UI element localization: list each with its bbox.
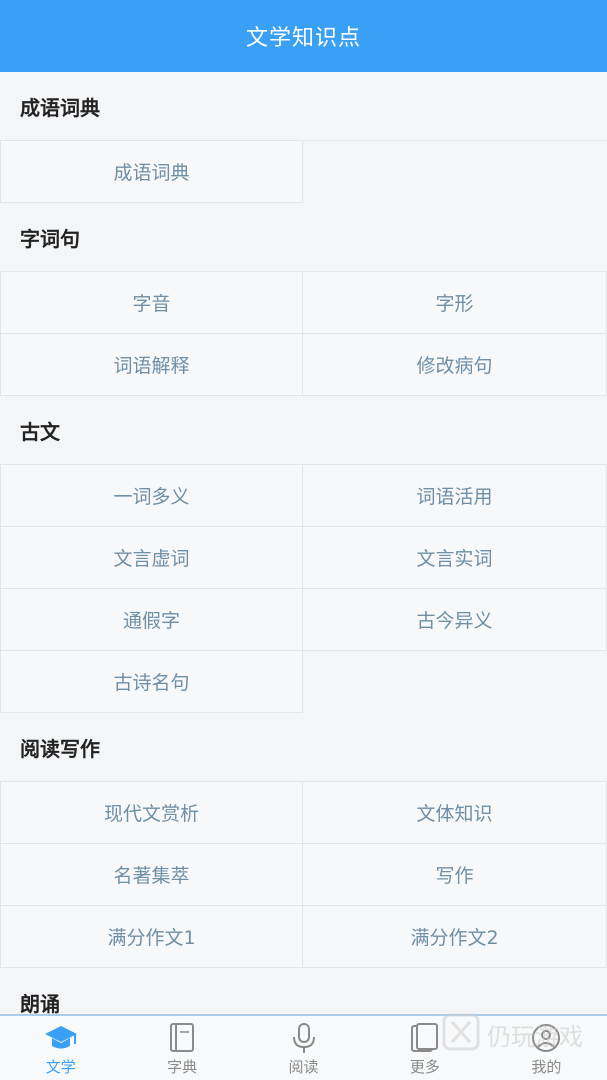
grid-item[interactable]: 修改病句 bbox=[303, 334, 607, 396]
page-title: 文学知识点 bbox=[245, 26, 361, 51]
grid-empty-cell bbox=[303, 651, 607, 713]
bottom-tab-bar: 文学 字典 阅读 更多 我的 bbox=[0, 1014, 607, 1080]
section-classical-chinese: 古文 一词多义 词语活用 文言虚词 文言实词 通假字 古今异义 古诗名句 bbox=[0, 396, 607, 713]
tab-dictionary[interactable]: 字典 bbox=[121, 1016, 242, 1080]
grid-item[interactable]: 词语活用 bbox=[303, 465, 607, 527]
section-title: 成语词典 bbox=[0, 72, 607, 140]
section-grid: 现代文赏析 文体知识 名著集萃 写作 满分作文1 满分作文2 bbox=[0, 781, 607, 968]
content-scroll-area[interactable]: 成语词典 成语词典 字词句 字音 字形 词语解释 修改病句 古文 一词多义 词语… bbox=[0, 72, 607, 1014]
grid-item[interactable]: 满分作文2 bbox=[303, 906, 607, 968]
section-recitation: 朗诵 bbox=[0, 968, 607, 1014]
tab-profile[interactable]: 我的 bbox=[486, 1016, 607, 1080]
tab-literature[interactable]: 文学 bbox=[0, 1016, 121, 1080]
section-idiom-dictionary: 成语词典 成语词典 bbox=[0, 72, 607, 203]
tab-label: 文学 bbox=[45, 1058, 76, 1076]
grid-item[interactable]: 通假字 bbox=[0, 589, 303, 651]
tab-label: 更多 bbox=[409, 1058, 440, 1076]
section-grid: 一词多义 词语活用 文言虚词 文言实词 通假字 古今异义 古诗名句 bbox=[0, 464, 607, 713]
section-grid: 成语词典 bbox=[0, 140, 607, 203]
grid-item[interactable]: 字音 bbox=[0, 272, 303, 334]
section-grid: 字音 字形 词语解释 修改病句 bbox=[0, 271, 607, 396]
section-title: 阅读写作 bbox=[0, 713, 607, 781]
tab-label: 阅读 bbox=[288, 1058, 319, 1076]
microphone-icon bbox=[287, 1022, 321, 1054]
grid-item[interactable]: 现代文赏析 bbox=[0, 782, 303, 844]
tab-label: 我的 bbox=[531, 1058, 562, 1076]
grid-item[interactable]: 写作 bbox=[303, 844, 607, 906]
tab-more[interactable]: 更多 bbox=[364, 1016, 485, 1080]
books-icon bbox=[408, 1022, 442, 1054]
grid-item[interactable]: 名著集萃 bbox=[0, 844, 303, 906]
top-app-bar: 文学知识点 bbox=[0, 0, 607, 72]
grid-item[interactable]: 成语词典 bbox=[0, 141, 303, 203]
section-characters-words: 字词句 字音 字形 词语解释 修改病句 bbox=[0, 203, 607, 396]
tab-label: 字典 bbox=[167, 1058, 198, 1076]
user-circle-icon bbox=[529, 1022, 563, 1054]
grid-item[interactable]: 词语解释 bbox=[0, 334, 303, 396]
grid-item[interactable]: 文言实词 bbox=[303, 527, 607, 589]
section-title: 朗诵 bbox=[0, 968, 607, 1014]
grid-item[interactable]: 古今异义 bbox=[303, 589, 607, 651]
book-icon bbox=[165, 1022, 199, 1054]
section-title: 古文 bbox=[0, 396, 607, 464]
tab-reading[interactable]: 阅读 bbox=[243, 1016, 364, 1080]
grid-item[interactable]: 文言虚词 bbox=[0, 527, 303, 589]
section-title: 字词句 bbox=[0, 203, 607, 271]
grid-empty-cell bbox=[303, 141, 607, 203]
graduation-cap-icon bbox=[44, 1022, 78, 1054]
grid-item[interactable]: 文体知识 bbox=[303, 782, 607, 844]
section-reading-writing: 阅读写作 现代文赏析 文体知识 名著集萃 写作 满分作文1 满分作文2 bbox=[0, 713, 607, 968]
grid-item[interactable]: 一词多义 bbox=[0, 465, 303, 527]
grid-item[interactable]: 字形 bbox=[303, 272, 607, 334]
grid-item[interactable]: 古诗名句 bbox=[0, 651, 303, 713]
grid-item[interactable]: 满分作文1 bbox=[0, 906, 303, 968]
